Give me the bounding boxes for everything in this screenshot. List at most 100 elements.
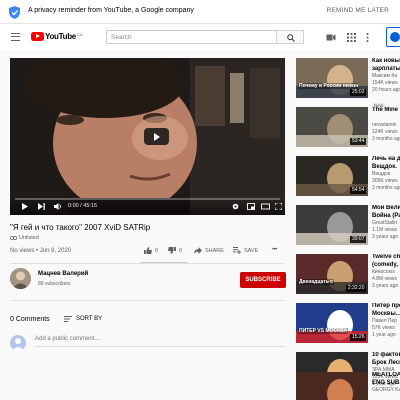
video-thumbnail[interactable]: Двенадцать с 2:32:20 <box>296 254 368 294</box>
recommended-video[interactable]: ПИТЕР VS МОСКВА 15:26 Питер про Москвы... П… <box>296 303 400 343</box>
recommended-video-channel: Максим Ка <box>372 73 398 79</box>
video-thumbnail[interactable]: Почему в России низкие зарплаты?25:02 <box>296 58 368 98</box>
duration-badge: 15:26 <box>350 334 366 341</box>
shield-icon <box>9 6 20 19</box>
divider <box>10 263 285 264</box>
share-button[interactable]: SHARE <box>194 247 224 254</box>
play-icon[interactable] <box>22 203 28 210</box>
settings-icon[interactable] <box>232 203 239 210</box>
recommended-video[interactable]: 54:54 Лечь на д Вещдок. Вещдок 305K views 3 … <box>296 156 400 196</box>
miniplayer-icon[interactable] <box>247 203 255 210</box>
video-thumbnail[interactable]: ПИТЕР VS МОСКВА 15:26 <box>296 303 368 343</box>
user-avatar-icon <box>12 338 24 351</box>
logo-text: YouTube <box>45 32 76 41</box>
video-thumbnail[interactable]: 53:44 <box>296 107 368 147</box>
theater-mode-icon[interactable] <box>261 203 270 210</box>
recommended-video-views: 305K views <box>372 178 398 184</box>
thumbnail-image <box>296 372 368 400</box>
recommended-video-info: Как новы зарплаты Максим Ка 154K views 20 h… <box>372 58 400 112</box>
menu-icon[interactable] <box>11 33 20 41</box>
more-actions-button[interactable]: ••• <box>272 247 277 253</box>
volume-icon[interactable] <box>54 203 62 210</box>
progress-bar[interactable] <box>15 198 280 200</box>
account-icon <box>390 32 400 42</box>
recommended-video[interactable]: 39:07 Мои Вели Война (РасGreatStalin1.1M … <box>296 205 400 245</box>
recommended-video-channel: GEORGY Ka <box>372 387 400 393</box>
recommended-video[interactable]: Почему в России низкие зарплаты?25:02Как… <box>296 58 400 109</box>
thumb-down-icon <box>168 247 176 254</box>
recommended-video-views: 154K views <box>372 80 398 86</box>
comment-input[interactable]: Add a public comment... <box>35 336 285 347</box>
recommended-video-channel: Вещдок <box>372 171 391 177</box>
privacy-text: A privacy reminder from YouTube, a Googl… <box>28 7 194 14</box>
recommended-video-age: 3 years ago <box>372 283 399 289</box>
recommended-video-title: Лечь на д Вещдок. <box>372 156 400 170</box>
recommended-video-views: 4.8M views <box>372 276 398 282</box>
more-vert-icon[interactable] <box>366 33 369 42</box>
like-button[interactable]: 0 <box>144 247 158 254</box>
search-button[interactable] <box>276 30 304 44</box>
user-avatar <box>10 335 26 351</box>
recommended-video-channel: GreatStalin <box>372 220 398 226</box>
recommended-video-info: MEATLOA ENG SUB. GEORGY Ka <box>372 372 400 394</box>
youtube-logo[interactable]: YouTube CA <box>31 32 83 41</box>
recommended-video-age: 20 hours ago <box>372 87 400 93</box>
thumbnail-text: ПИТЕР VS МОСКВА <box>298 328 349 334</box>
masthead: YouTube CA Search <box>0 24 400 51</box>
divider <box>10 300 285 301</box>
recommended-video-age: 1 year ago <box>372 332 396 338</box>
search-input[interactable]: Search <box>106 30 276 44</box>
recommended-video-channel: Киносоюз <box>372 269 395 275</box>
privacy-reminder-bar: A privacy reminder from YouTube, a Googl… <box>0 0 400 24</box>
recommended-video[interactable]: Двенадцать с 2:32:20 Twelve ch (comedy, dК… <box>296 254 400 294</box>
dislike-count: 0 <box>179 247 183 254</box>
recommended-video-title: Мои Вели Война (Рас <box>372 205 400 219</box>
sign-in-button[interactable] <box>386 27 400 47</box>
next-icon[interactable] <box>38 203 45 210</box>
recommended-video-channel: Павел Пер <box>372 318 398 324</box>
thumbnail-text: Почему в России низкие зарплаты? <box>298 83 358 89</box>
create-video-icon[interactable] <box>326 33 336 42</box>
thumb-up-icon <box>144 247 152 254</box>
recommended-video-views: 57K views <box>372 325 395 331</box>
recommended-video-title: Питер про Москвы... <box>372 303 400 317</box>
dislike-button[interactable]: 0 <box>168 247 182 254</box>
video-player[interactable]: 0:00 / 45:15 <box>10 58 285 215</box>
recommended-video-info: Лечь на д Вещдок. Вещдок 305K views 3 month… <box>372 156 400 192</box>
recommended-video[interactable]: MEATLOA ENG SUB. GEORGY Ka <box>296 372 400 400</box>
player-controls: 0:00 / 45:15 <box>10 197 285 215</box>
big-play-button[interactable] <box>144 128 169 145</box>
subscribe-button[interactable]: SUBSCRIBE <box>240 272 286 288</box>
recommended-video-title: The Mine <box>372 107 399 113</box>
recommended-video[interactable]: 53:44 The Mine nevadamin 124K views 3 months… <box>296 107 400 147</box>
sort-by-button[interactable]: SORT BY <box>64 316 102 322</box>
recommended-video-title: 10 фактов Брок Лесн <box>372 352 400 366</box>
share-icon <box>194 247 202 254</box>
recommended-video-views: 124K views <box>372 129 398 135</box>
thumbnail-text: Двенадцать с <box>298 279 334 285</box>
share-label: SHARE <box>205 247 224 254</box>
unlisted-badge: Unlisted <box>10 235 39 241</box>
recommended-video-info: The Mine nevadamin 124K views 3 months ago <box>372 107 400 143</box>
apps-icon[interactable] <box>347 33 356 42</box>
like-count: 0 <box>155 247 159 254</box>
duration-badge: 53:44 <box>350 138 366 145</box>
fullscreen-icon[interactable] <box>275 203 282 210</box>
recommended-video-title: Как новы зарплаты <box>372 58 400 72</box>
recommended-video-age: 3 months ago <box>372 185 400 191</box>
video-thumbnail[interactable] <box>296 372 368 400</box>
youtube-play-icon <box>31 32 44 41</box>
sort-label: SORT BY <box>76 316 103 322</box>
recommended-video-age: 3 months ago <box>372 136 400 142</box>
channel-avatar[interactable] <box>10 268 31 289</box>
time-display: 0:00 / 45:15 <box>68 203 98 209</box>
remind-me-later-button[interactable]: REMIND ME LATER <box>327 7 389 14</box>
channel-avatar-image <box>10 268 31 289</box>
video-thumbnail[interactable]: 39:07 <box>296 205 368 245</box>
recommended-video-channel: nevadamin <box>372 122 397 128</box>
video-meta: No views • Jun 9, 2020 <box>10 248 72 254</box>
video-thumbnail[interactable]: 54:54 <box>296 156 368 196</box>
subscriber-count: 89 subscribers <box>38 281 71 287</box>
save-button[interactable]: SAVE <box>233 247 258 254</box>
channel-name[interactable]: Мацнев Валерий <box>38 271 88 277</box>
